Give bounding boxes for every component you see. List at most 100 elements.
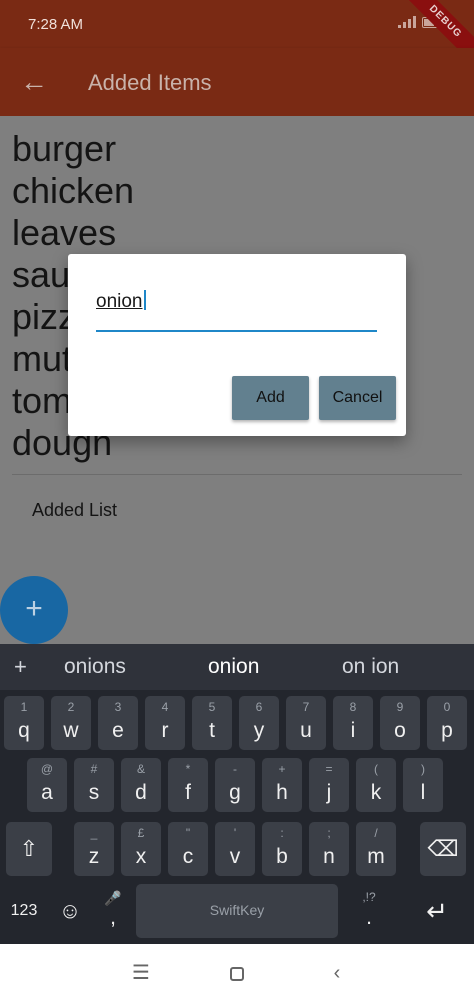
added-list-label: Added List: [32, 500, 118, 520]
suggestion-item[interactable]: onions: [64, 655, 126, 679]
key-sub-label: 8: [349, 700, 357, 714]
period-key-sub: ,!?: [362, 890, 376, 904]
text-caret: [143, 290, 146, 310]
key-u[interactable]: 7u: [286, 696, 326, 750]
menu-icon[interactable]: ☰: [126, 958, 156, 988]
key-label: v: [229, 845, 241, 868]
suggestion-item[interactable]: onion: [208, 655, 259, 679]
enter-key[interactable]: ↵: [410, 884, 464, 938]
key-b[interactable]: :b: [262, 822, 302, 876]
key-sub-label: #: [90, 762, 98, 776]
key-sub-label: +: [278, 762, 286, 776]
key-label: b: [276, 845, 288, 868]
key-label: c: [182, 845, 194, 868]
key-sub-label: ): [421, 762, 425, 776]
shift-icon: ⇧: [19, 836, 39, 861]
shift-key[interactable]: ⇧: [6, 822, 52, 876]
signal-icon: [398, 16, 416, 28]
key-c[interactable]: " c: [168, 822, 208, 876]
key-q[interactable]: 1q: [4, 696, 44, 750]
key-sub-label: =: [325, 762, 333, 776]
item-input-value: onion: [96, 291, 143, 312]
key-i[interactable]: 8i: [333, 696, 373, 750]
period-key[interactable]: ,!? .: [350, 884, 388, 938]
suggestion-plus-button[interactable]: +: [14, 654, 27, 680]
backspace-icon: ⌫: [427, 836, 459, 861]
cancel-button[interactable]: Cancel: [319, 376, 396, 420]
comma-key[interactable]: 🎤 ,: [94, 884, 132, 938]
key-label: z: [88, 845, 100, 868]
suggestion-item[interactable]: on ion: [342, 655, 399, 679]
key-z[interactable]: _ z: [74, 822, 114, 876]
key-label: i: [350, 719, 356, 742]
key-sub-label: ': [233, 826, 237, 840]
key-sub-label: ;: [327, 826, 331, 840]
divider: [12, 474, 462, 475]
suggestion-bar: + onions onion on ion: [0, 644, 474, 690]
add-item-dialog: onion Add Cancel: [68, 254, 406, 436]
key-s[interactable]: # s: [74, 758, 114, 812]
key-label: n: [323, 845, 335, 868]
key-r[interactable]: 4r: [145, 696, 185, 750]
key-label: o: [394, 719, 406, 742]
key-label: d: [135, 781, 147, 804]
key-label: a: [41, 781, 53, 804]
key-t[interactable]: 5t: [192, 696, 232, 750]
key-sub-label: -: [233, 762, 237, 776]
emoji-icon: ☺: [58, 898, 82, 923]
numbers-key[interactable]: 123: [2, 884, 46, 938]
space-key[interactable]: SwiftKey: [136, 884, 338, 938]
key-sub-label: /: [374, 826, 378, 840]
key-label: t: [209, 719, 215, 742]
key-h[interactable]: + h: [262, 758, 302, 812]
key-o[interactable]: 9o: [380, 696, 420, 750]
add-button[interactable]: Add: [232, 376, 309, 420]
backspace-key[interactable]: ⌫: [420, 822, 466, 876]
key-g[interactable]: -g: [215, 758, 255, 812]
app-bar: ← Added Items: [0, 48, 474, 116]
period-key-label: .: [366, 906, 372, 929]
key-label: m: [367, 845, 385, 868]
key-label: j: [326, 781, 332, 804]
key-label: u: [300, 719, 312, 742]
arrow-left-icon[interactable]: ←: [14, 62, 54, 102]
key-w[interactable]: 2w: [51, 696, 91, 750]
key-sub-label: @: [40, 762, 54, 776]
key-label: e: [112, 719, 124, 742]
key-sub-label: _: [90, 826, 98, 840]
key-label: w: [63, 719, 79, 742]
key-sub-label: &: [136, 762, 145, 776]
add-item-button[interactable]: +: [0, 576, 68, 644]
key-sub-label: 6: [255, 700, 263, 714]
list-item: chicken: [12, 170, 135, 211]
key-m[interactable]: / m: [356, 822, 396, 876]
key-k[interactable]: (k: [356, 758, 396, 812]
key-j[interactable]: = j: [309, 758, 349, 812]
key-e[interactable]: 3e: [98, 696, 138, 750]
key-label: q: [18, 719, 30, 742]
key-label: r: [161, 719, 169, 742]
key-d[interactable]: & d: [121, 758, 161, 812]
key-p[interactable]: 0p: [427, 696, 467, 750]
emoji-key[interactable]: ☺: [52, 884, 88, 938]
key-sub-label: 1: [20, 700, 28, 714]
status-time: 7:28 AM: [28, 16, 84, 33]
key-label: p: [441, 719, 453, 742]
back-chevron-icon[interactable]: ‹: [322, 958, 352, 988]
key-v[interactable]: ' v: [215, 822, 255, 876]
keyboard: + onions onion on ion 1q2w3e4r5t6y7u8i9o…: [0, 644, 474, 944]
key-a[interactable]: @ a: [27, 758, 67, 812]
numbers-key-label: 123: [10, 902, 38, 919]
item-input[interactable]: onion: [96, 290, 377, 332]
key-y[interactable]: 6y: [239, 696, 279, 750]
key-sub-label: :: [280, 826, 284, 840]
key-label: g: [229, 781, 241, 804]
key-n[interactable]: ; n: [309, 822, 349, 876]
key-l[interactable]: ) l: [403, 758, 443, 812]
key-f[interactable]: * f: [168, 758, 208, 812]
key-x[interactable]: £ x: [121, 822, 161, 876]
key-label: y: [253, 719, 265, 742]
page-title: Added Items: [88, 70, 212, 95]
home-icon[interactable]: [222, 958, 252, 988]
microphone-icon: 🎤: [104, 890, 122, 906]
